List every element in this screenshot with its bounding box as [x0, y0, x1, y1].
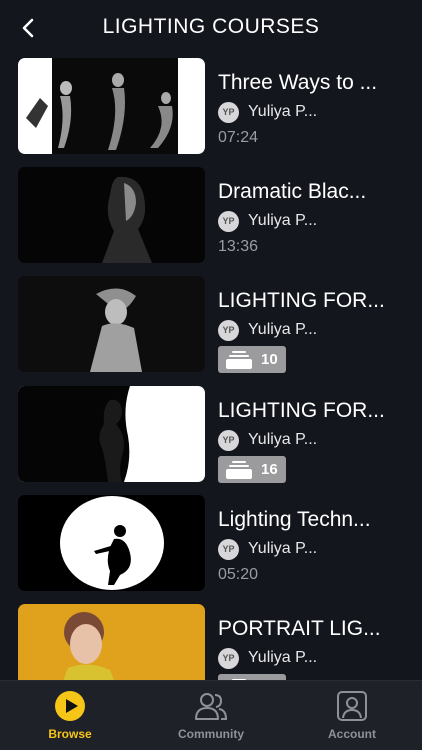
- lessons-count: 16: [261, 461, 278, 478]
- header: LIGHTING COURSES: [0, 0, 422, 56]
- course-thumbnail: [18, 58, 205, 154]
- course-thumbnail: [18, 495, 205, 591]
- course-thumbnail: [18, 276, 205, 372]
- lessons-badge: 16: [218, 456, 286, 483]
- avatar: YP: [218, 210, 239, 232]
- author-name: Yuliya P...: [248, 212, 318, 229]
- course-item[interactable]: PORTRAIT LIG... YP Yuliya P... 3: [0, 604, 422, 680]
- tab-label: Browse: [48, 727, 92, 741]
- tab-account[interactable]: Account: [292, 689, 412, 741]
- author-name: Yuliya P...: [248, 321, 318, 338]
- avatar: YP: [218, 429, 239, 451]
- course-duration: 13:36: [218, 238, 259, 255]
- course-title: Lighting Techn...: [218, 508, 371, 531]
- author-name: Yuliya P...: [248, 431, 318, 448]
- course-list[interactable]: Three Ways to ... YP Yuliya P... 07:24 D…: [0, 56, 422, 680]
- course-duration: 05:20: [218, 566, 259, 583]
- course-thumbnail: [18, 386, 205, 482]
- tab-community[interactable]: Community: [151, 689, 271, 741]
- avatar: YP: [218, 538, 239, 560]
- course-item[interactable]: Dramatic Blac... YP Yuliya P... 13:36: [0, 167, 422, 263]
- course-title: LIGHTING FOR...: [218, 289, 385, 312]
- course-thumbnail: [18, 604, 205, 680]
- course-title: PORTRAIT LIG...: [218, 617, 381, 640]
- author-row: YP Yuliya P...: [218, 429, 418, 451]
- course-thumbnail: [18, 167, 205, 263]
- tab-label: Account: [328, 727, 376, 741]
- avatar: YP: [218, 101, 239, 123]
- course-title: LIGHTING FOR...: [218, 399, 385, 422]
- play-circle-icon: [53, 689, 87, 723]
- author-name: Yuliya P...: [248, 540, 318, 557]
- course-item[interactable]: Lighting Techn... YP Yuliya P... 05:20: [0, 495, 422, 591]
- account-icon: [335, 689, 369, 723]
- author-row: YP Yuliya P...: [218, 101, 418, 123]
- course-item[interactable]: LIGHTING FOR... YP Yuliya P... 10: [0, 276, 422, 373]
- stack-icon: [226, 460, 252, 479]
- tab-label: Community: [178, 727, 244, 741]
- course-item[interactable]: LIGHTING FOR... YP Yuliya P... 16: [0, 386, 422, 483]
- lessons-count: 10: [261, 351, 278, 368]
- course-title: Dramatic Blac...: [218, 180, 367, 203]
- author-name: Yuliya P...: [248, 103, 318, 120]
- course-duration: 07:24: [218, 129, 259, 146]
- avatar: YP: [218, 319, 239, 341]
- course-item[interactable]: Three Ways to ... YP Yuliya P... 07:24: [0, 58, 422, 154]
- author-row: YP Yuliya P...: [218, 538, 418, 560]
- lessons-badge: 10: [218, 346, 286, 373]
- author-row: YP Yuliya P...: [218, 319, 418, 341]
- page-title: LIGHTING COURSES: [102, 15, 320, 38]
- author-name: Yuliya P...: [248, 649, 318, 666]
- author-row: YP Yuliya P...: [218, 647, 418, 669]
- author-row: YP Yuliya P...: [218, 210, 418, 232]
- course-title: Three Ways to ...: [218, 71, 378, 94]
- stack-icon: [226, 350, 252, 369]
- avatar: YP: [218, 647, 239, 669]
- tab-bar: Browse Community Account: [0, 680, 422, 750]
- tab-browse[interactable]: Browse: [10, 689, 130, 741]
- users-icon: [194, 689, 228, 723]
